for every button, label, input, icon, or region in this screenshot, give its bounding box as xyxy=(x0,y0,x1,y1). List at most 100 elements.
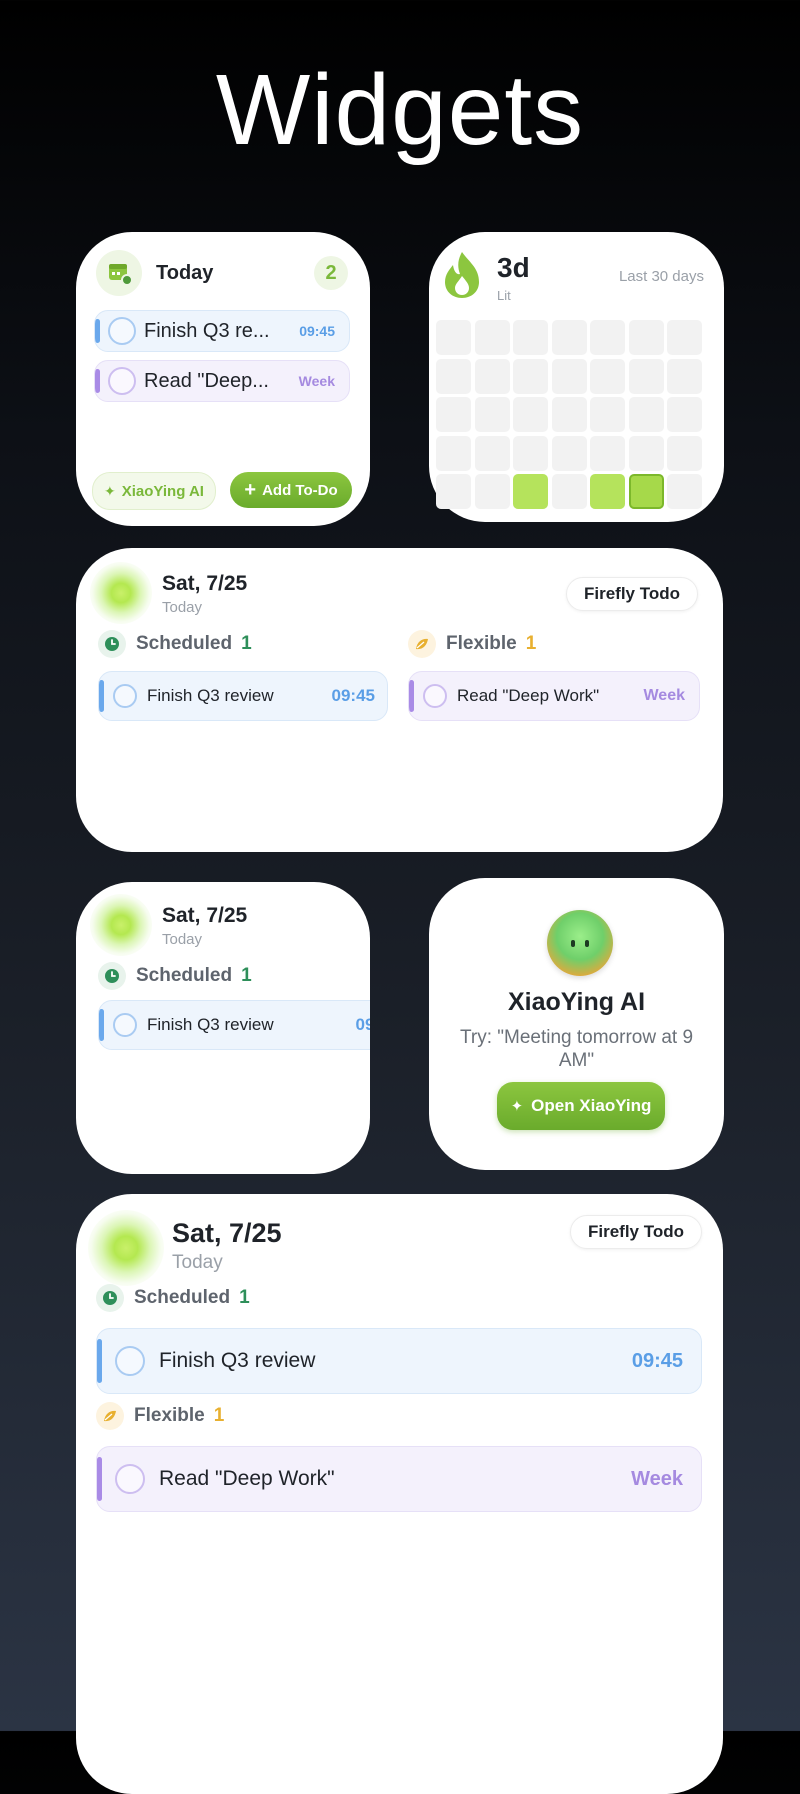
todo-item[interactable]: Read "Deep Work" Week xyxy=(96,1446,702,1512)
app-name-badge: Firefly Todo xyxy=(566,577,698,611)
scheduled-section-header: Scheduled 1 xyxy=(96,1284,250,1312)
leaf-icon xyxy=(408,630,436,658)
heatmap-cell xyxy=(513,435,548,471)
flame-icon xyxy=(439,250,485,300)
heatmap-cell xyxy=(667,358,702,394)
todo-item[interactable]: Read "Deep Work" Week xyxy=(408,671,700,721)
button-label: Open XiaoYing xyxy=(531,1096,652,1115)
open-xiaoying-button[interactable]: ✦ Open XiaoYing xyxy=(497,1082,665,1130)
range-label: Last 30 days xyxy=(618,268,704,285)
heatmap-cell xyxy=(474,474,510,509)
heatmap-cell xyxy=(551,474,587,509)
heatmap-cell xyxy=(474,320,510,355)
mascot-avatar xyxy=(547,910,613,976)
todo-tag: Week xyxy=(298,373,335,389)
heatmap-cell xyxy=(590,474,625,509)
flexible-section-header: Flexible 1 xyxy=(96,1402,224,1430)
todo-item[interactable]: Finish Q3 review 09:45 xyxy=(98,671,388,721)
todo-time: 09:45 xyxy=(299,323,335,339)
todo-time: 09:45 xyxy=(355,1015,370,1034)
todo-title: Read "Deep Work" xyxy=(159,1467,335,1490)
heatmap-cell xyxy=(436,435,471,471)
widget-title: Today xyxy=(156,262,214,284)
section-label: Scheduled xyxy=(136,965,233,986)
heatmap-cell xyxy=(667,474,702,509)
checkbox[interactable] xyxy=(115,1464,145,1494)
flexible-section-header: Flexible 1 xyxy=(408,630,536,658)
heatmap-cell xyxy=(590,358,625,394)
app-name-badge: Firefly Todo xyxy=(570,1215,702,1249)
streak-status: Lit xyxy=(497,288,511,303)
heatmap-cell xyxy=(513,397,548,432)
heatmap-cell xyxy=(474,358,510,394)
todo-time: 09:45 xyxy=(631,1349,683,1372)
heatmap-cell xyxy=(474,435,510,471)
heatmap-cell xyxy=(590,320,625,355)
xiaoying-ai-button[interactable]: ✦ XiaoYing AI xyxy=(92,472,216,510)
section-count: 1 xyxy=(213,1405,225,1426)
heatmap-cell xyxy=(628,474,664,509)
sparkle-icon: ✦ xyxy=(104,482,116,499)
heatmap-cell xyxy=(436,358,471,394)
streak-days: 3d xyxy=(497,252,530,283)
status-glow xyxy=(90,562,152,624)
heatmap-cell xyxy=(436,320,471,355)
date-label: Sat, 7/25 xyxy=(172,1218,282,1248)
button-label: XiaoYing AI xyxy=(121,482,204,500)
section-count: 1 xyxy=(239,1287,250,1308)
button-label: Add To-Do xyxy=(262,481,338,499)
section-label: Flexible xyxy=(134,1405,205,1426)
scheduled-section-header: Scheduled 1 xyxy=(98,630,252,658)
checkbox[interactable] xyxy=(113,684,137,708)
heatmap-cell xyxy=(513,474,548,509)
heatmap-cell xyxy=(474,397,510,432)
todo-item[interactable]: Finish Q3 review 09:45 xyxy=(98,1000,370,1050)
heatmap-cell xyxy=(513,320,548,355)
todo-tag: Week xyxy=(643,687,685,704)
streak-heatmap xyxy=(436,320,704,509)
small-widget[interactable]: Sat, 7/25 Today Scheduled 1 Finish Q3 re… xyxy=(76,882,370,1174)
ai-widget[interactable]: XiaoYing AI Try: "Meeting tomorrow at 9 … xyxy=(429,878,724,1170)
plus-icon: + xyxy=(244,479,257,501)
heatmap-cell xyxy=(590,397,625,432)
section-count: 1 xyxy=(525,633,537,654)
leaf-icon xyxy=(96,1402,124,1430)
checkbox[interactable] xyxy=(108,317,136,345)
todo-item[interactable]: Read "Deep... Week xyxy=(94,360,350,402)
date-subtitle: Today xyxy=(162,931,203,948)
section-count: 1 xyxy=(241,965,252,986)
add-todo-button[interactable]: + Add To-Do xyxy=(230,472,352,508)
scheduled-section-header: Scheduled 1 xyxy=(98,962,252,990)
clock-icon xyxy=(98,962,126,990)
todo-title: Read "Deep Work" xyxy=(457,686,600,705)
sparkle-icon: ✦ xyxy=(510,1098,524,1115)
todo-title: Read "Deep... xyxy=(144,369,269,392)
section-count: 1 xyxy=(241,633,252,654)
heatmap-cell xyxy=(628,435,664,471)
clock-icon xyxy=(96,1284,124,1312)
heatmap-cell xyxy=(667,435,702,471)
todo-title: Finish Q3 review xyxy=(147,1015,274,1034)
large-widget[interactable]: Sat, 7/25 Today Firefly Todo Scheduled 1… xyxy=(76,1194,723,1794)
section-label: Flexible xyxy=(446,633,517,654)
todo-tag: Week xyxy=(631,1467,683,1490)
section-label: Scheduled xyxy=(134,1287,231,1308)
heatmap-cell xyxy=(551,320,587,355)
status-glow xyxy=(90,894,152,956)
medium-widget[interactable]: Sat, 7/25 Today Firefly Todo Scheduled 1… xyxy=(76,548,723,852)
page-title: Widgets xyxy=(215,54,585,166)
today-widget[interactable]: Today 2 Finish Q3 re... 09:45 Read "Deep… xyxy=(76,232,370,526)
todo-item[interactable]: Finish Q3 re... 09:45 xyxy=(94,310,350,352)
ai-hint: Try: "Meeting tomorrow at 9 AM" xyxy=(459,1027,694,1071)
heatmap-cell xyxy=(551,397,587,432)
checkbox[interactable] xyxy=(108,367,136,395)
checkbox[interactable] xyxy=(423,684,447,708)
heatmap-cell xyxy=(551,435,587,471)
clock-icon xyxy=(98,630,126,658)
checkbox[interactable] xyxy=(115,1346,145,1376)
heatmap-cell xyxy=(628,358,664,394)
heatmap-cell xyxy=(590,435,625,471)
todo-item[interactable]: Finish Q3 review 09:45 xyxy=(96,1328,702,1394)
todo-count-badge: 2 xyxy=(314,256,348,290)
checkbox[interactable] xyxy=(113,1013,137,1037)
